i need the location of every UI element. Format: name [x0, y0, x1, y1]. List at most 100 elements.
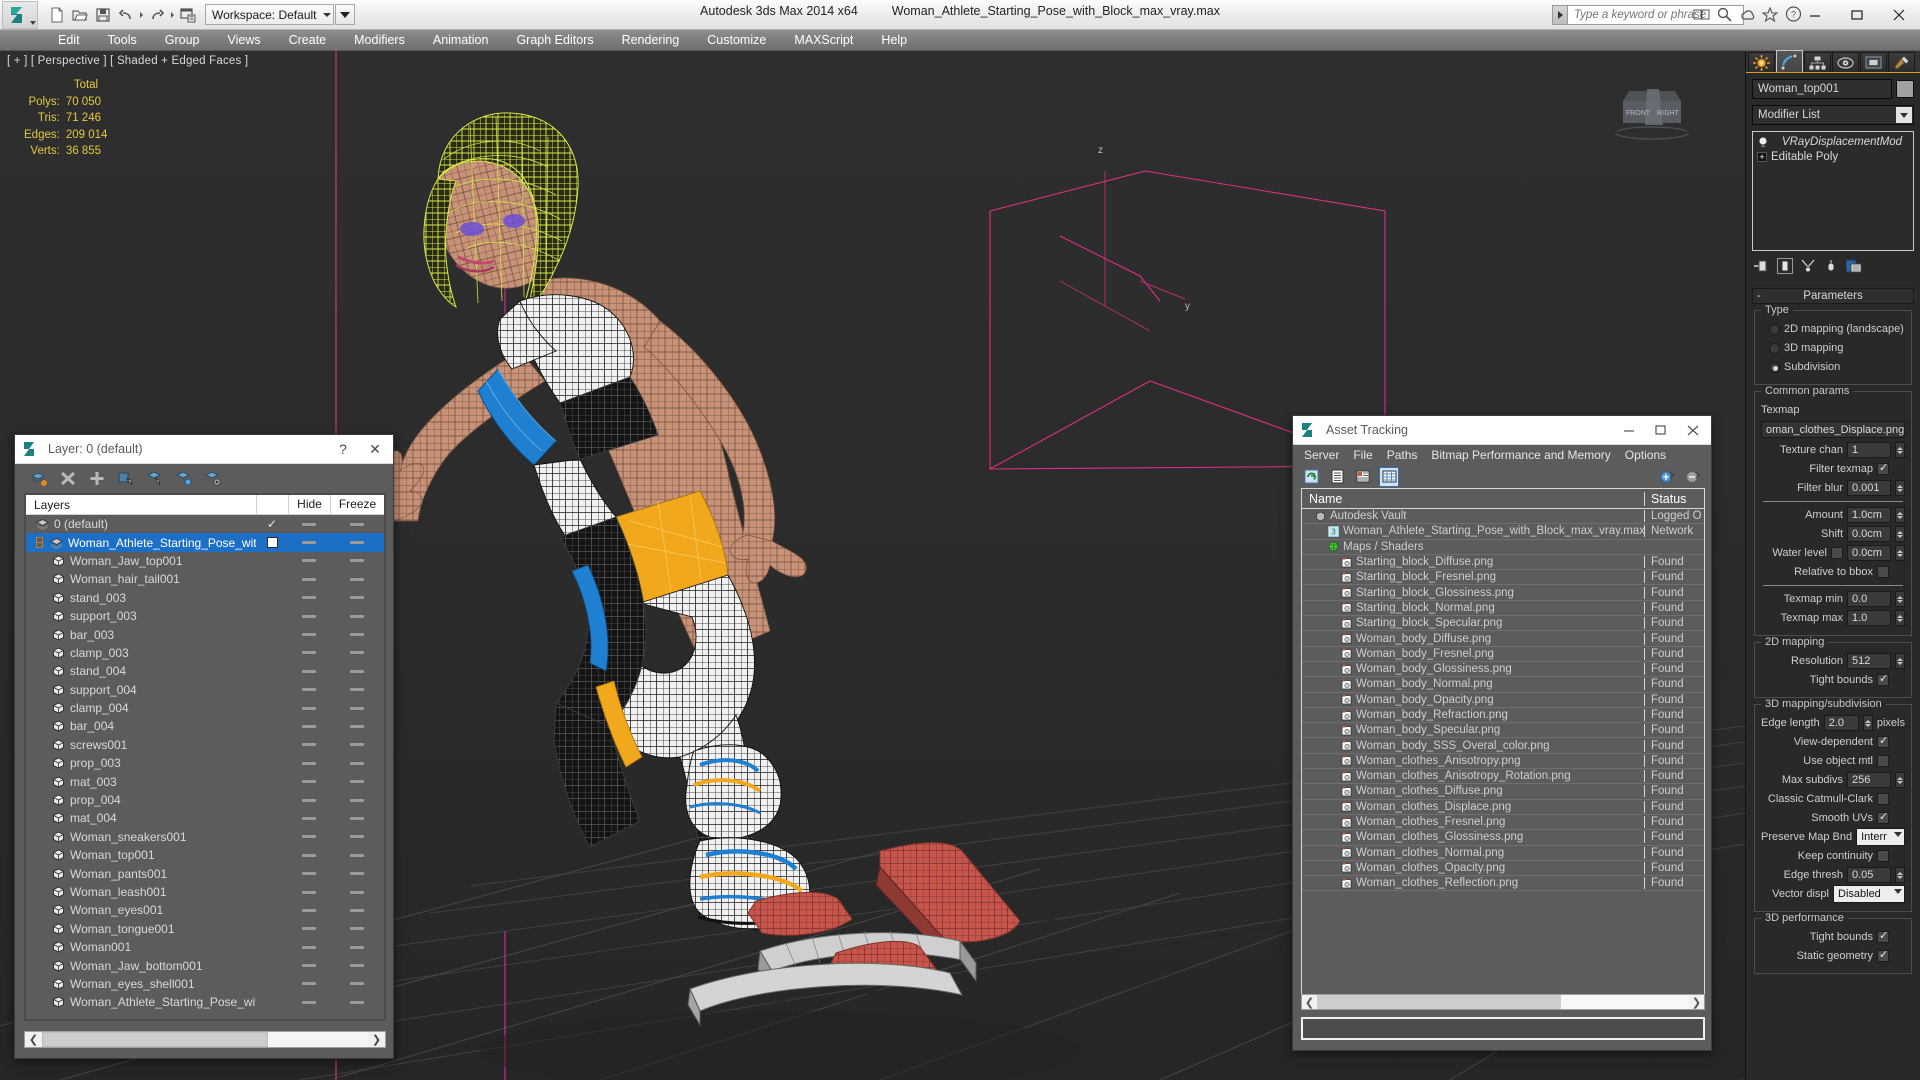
save-file-button[interactable]: [92, 4, 114, 26]
asset-list[interactable]: Name Status Autodesk Vault Logged O 3 Woman…: [1301, 488, 1705, 1005]
layer-row[interactable]: stand_004: [26, 662, 384, 680]
filter-blur-spinner[interactable]: [1895, 480, 1905, 496]
static-geometry-checkbox[interactable]: [1877, 948, 1889, 962]
menu-item-maxscript[interactable]: MAXScript: [780, 31, 867, 49]
autodesk-360-icon[interactable]: [1738, 5, 1756, 23]
workspace-selector[interactable]: Workspace: Default: [205, 4, 334, 25]
layer-hide-cell[interactable]: [288, 522, 330, 526]
max-subdivs-value[interactable]: 256: [1847, 772, 1891, 788]
layer-freeze-cell[interactable]: [330, 633, 384, 637]
layer-row[interactable]: Woman_leash001: [26, 883, 384, 901]
layer-freeze-cell[interactable]: [330, 761, 384, 765]
tight-bounds-3d-checkbox[interactable]: [1877, 929, 1889, 943]
undo-dropdown-icon[interactable]: [140, 11, 143, 18]
pin-stack-icon[interactable]: [1754, 258, 1770, 274]
modifier-stack-item[interactable]: + Editable Poly: [1755, 149, 1911, 164]
edge-thresh-value[interactable]: 0.05: [1847, 867, 1891, 883]
asset-row[interactable]: Woman_clothes_Anisotropy_Rotation.png Fou…: [1302, 769, 1704, 785]
layer-hide-cell[interactable]: [288, 927, 330, 931]
modifier-list-dropdown[interactable]: Modifier List: [1752, 105, 1914, 125]
shift-value[interactable]: 0.0cm: [1847, 526, 1891, 542]
layer-row[interactable]: mat_003: [26, 772, 384, 790]
layer-row[interactable]: Woman_Jaw_top001: [26, 552, 384, 570]
scroll-left-icon[interactable]: ❮: [1302, 996, 1317, 1009]
layer-freeze-cell[interactable]: [330, 577, 384, 581]
maximize-button[interactable]: [1836, 0, 1878, 30]
refresh-icon[interactable]: [1301, 467, 1321, 487]
create-new-layer-icon[interactable]: [29, 469, 48, 488]
asset-row[interactable]: Woman_clothes_Fresnel.png Found: [1302, 815, 1704, 831]
sign-in-icon[interactable]: [1692, 5, 1710, 23]
layer-row[interactable]: screws001: [26, 736, 384, 754]
layer-settings-icon[interactable]: [203, 469, 222, 488]
amount-value[interactable]: 1.0cm: [1847, 507, 1891, 523]
layer-hide-cell[interactable]: [288, 872, 330, 876]
layer-freeze-cell[interactable]: [330, 798, 384, 802]
layer-row[interactable]: Woman_Jaw_bottom001: [26, 956, 384, 974]
select-highlighted-layer-icon[interactable]: [145, 469, 164, 488]
layer-freeze-cell[interactable]: [330, 614, 384, 618]
menu-item-group[interactable]: Group: [151, 31, 214, 49]
layer-row[interactable]: – Woman_Athlete_Starting_Pose_with_Block: [26, 533, 384, 552]
texture-chan-value[interactable]: 1: [1847, 442, 1891, 458]
layer-horizontal-scrollbar[interactable]: ❮ ❯: [24, 1031, 386, 1048]
layer-row[interactable]: Woman_sneakers001: [26, 828, 384, 846]
asset-row[interactable]: Starting_block_Normal.png Found: [1302, 601, 1704, 617]
expand-icon[interactable]: +: [1757, 151, 1767, 162]
tab-utilities[interactable]: [1888, 52, 1915, 72]
texture-chan-spinner[interactable]: [1895, 442, 1905, 458]
asset-row[interactable]: Starting_block_Fresnel.png Found: [1302, 570, 1704, 586]
layer-hide-cell[interactable]: [288, 780, 330, 784]
asset-row[interactable]: Woman_body_Opacity.png Found: [1302, 693, 1704, 708]
details-view-icon[interactable]: [1353, 467, 1373, 487]
asset-row[interactable]: Autodesk Vault Logged O: [1302, 509, 1704, 525]
layer-freeze-cell[interactable]: [330, 945, 384, 949]
water-level-spinner[interactable]: [1895, 545, 1905, 561]
layer-row[interactable]: Woman_hair_tail001: [26, 570, 384, 588]
layer-row[interactable]: bar_003: [26, 625, 384, 643]
layer-hide-cell[interactable]: [288, 559, 330, 563]
asset-menu-item-server[interactable]: Server: [1297, 447, 1346, 463]
undo-button[interactable]: [115, 4, 137, 26]
layer-hide-cell[interactable]: [288, 669, 330, 673]
redo-dropdown-icon[interactable]: [171, 11, 174, 18]
scroll-right-icon[interactable]: ❯: [368, 1032, 385, 1047]
filter-blur-value[interactable]: 0.001: [1847, 480, 1891, 496]
asset-row[interactable]: Woman_clothes_Anisotropy.png Found: [1302, 754, 1704, 770]
edge-length-value[interactable]: 2.0: [1823, 715, 1859, 731]
water-level-checkbox[interactable]: [1831, 547, 1843, 559]
check-out-help-icon[interactable]: [1683, 467, 1703, 487]
object-color-swatch[interactable]: [1896, 80, 1914, 98]
classic-catmull-clark-checkbox[interactable]: [1877, 793, 1889, 805]
radio-3d-mapping-icon[interactable]: [1769, 342, 1780, 354]
project-folder-button[interactable]: [177, 4, 199, 26]
layer-freeze-cell[interactable]: [330, 559, 384, 563]
layer-hide-cell[interactable]: [288, 633, 330, 637]
layer-freeze-cell[interactable]: [330, 835, 384, 839]
shift-spinner[interactable]: [1895, 526, 1905, 542]
radio-subdivision-icon[interactable]: [1769, 361, 1780, 373]
layer-hide-cell[interactable]: [288, 982, 330, 986]
asset-row[interactable]: Woman_body_Specular.png Found: [1302, 723, 1704, 739]
asset-maximize-button[interactable]: [1645, 417, 1677, 444]
active-layer-checkbox[interactable]: [266, 537, 278, 549]
asset-menu-item-file[interactable]: File: [1346, 447, 1379, 463]
menu-item-help[interactable]: Help: [867, 31, 921, 49]
resolution-value[interactable]: 512: [1847, 653, 1891, 669]
layer-row[interactable]: Woman_tongue001: [26, 920, 384, 938]
relative-bbox-checkbox[interactable]: [1877, 566, 1889, 578]
favorite-star-icon[interactable]: [1761, 5, 1779, 23]
preserve-map-bnd-dropdown[interactable]: Interr: [1856, 828, 1905, 846]
menu-item-customize[interactable]: Customize: [693, 31, 780, 49]
asset-row[interactable]: Woman_body_Diffuse.png Found: [1302, 631, 1704, 647]
layer-active-cell[interactable]: ✓: [256, 517, 288, 531]
resolution-spinner[interactable]: [1895, 653, 1905, 669]
texmap-min-value[interactable]: 0.0: [1847, 591, 1891, 607]
redo-button[interactable]: [146, 4, 168, 26]
layer-row[interactable]: Woman_eyes001: [26, 901, 384, 919]
asset-row[interactable]: Woman_clothes_Normal.png Found: [1302, 846, 1704, 861]
layer-freeze-cell[interactable]: [330, 872, 384, 876]
lightbulb-icon[interactable]: [1757, 136, 1769, 148]
layer-hide-cell[interactable]: [288, 651, 330, 655]
layer-hide-cell[interactable]: [288, 761, 330, 765]
